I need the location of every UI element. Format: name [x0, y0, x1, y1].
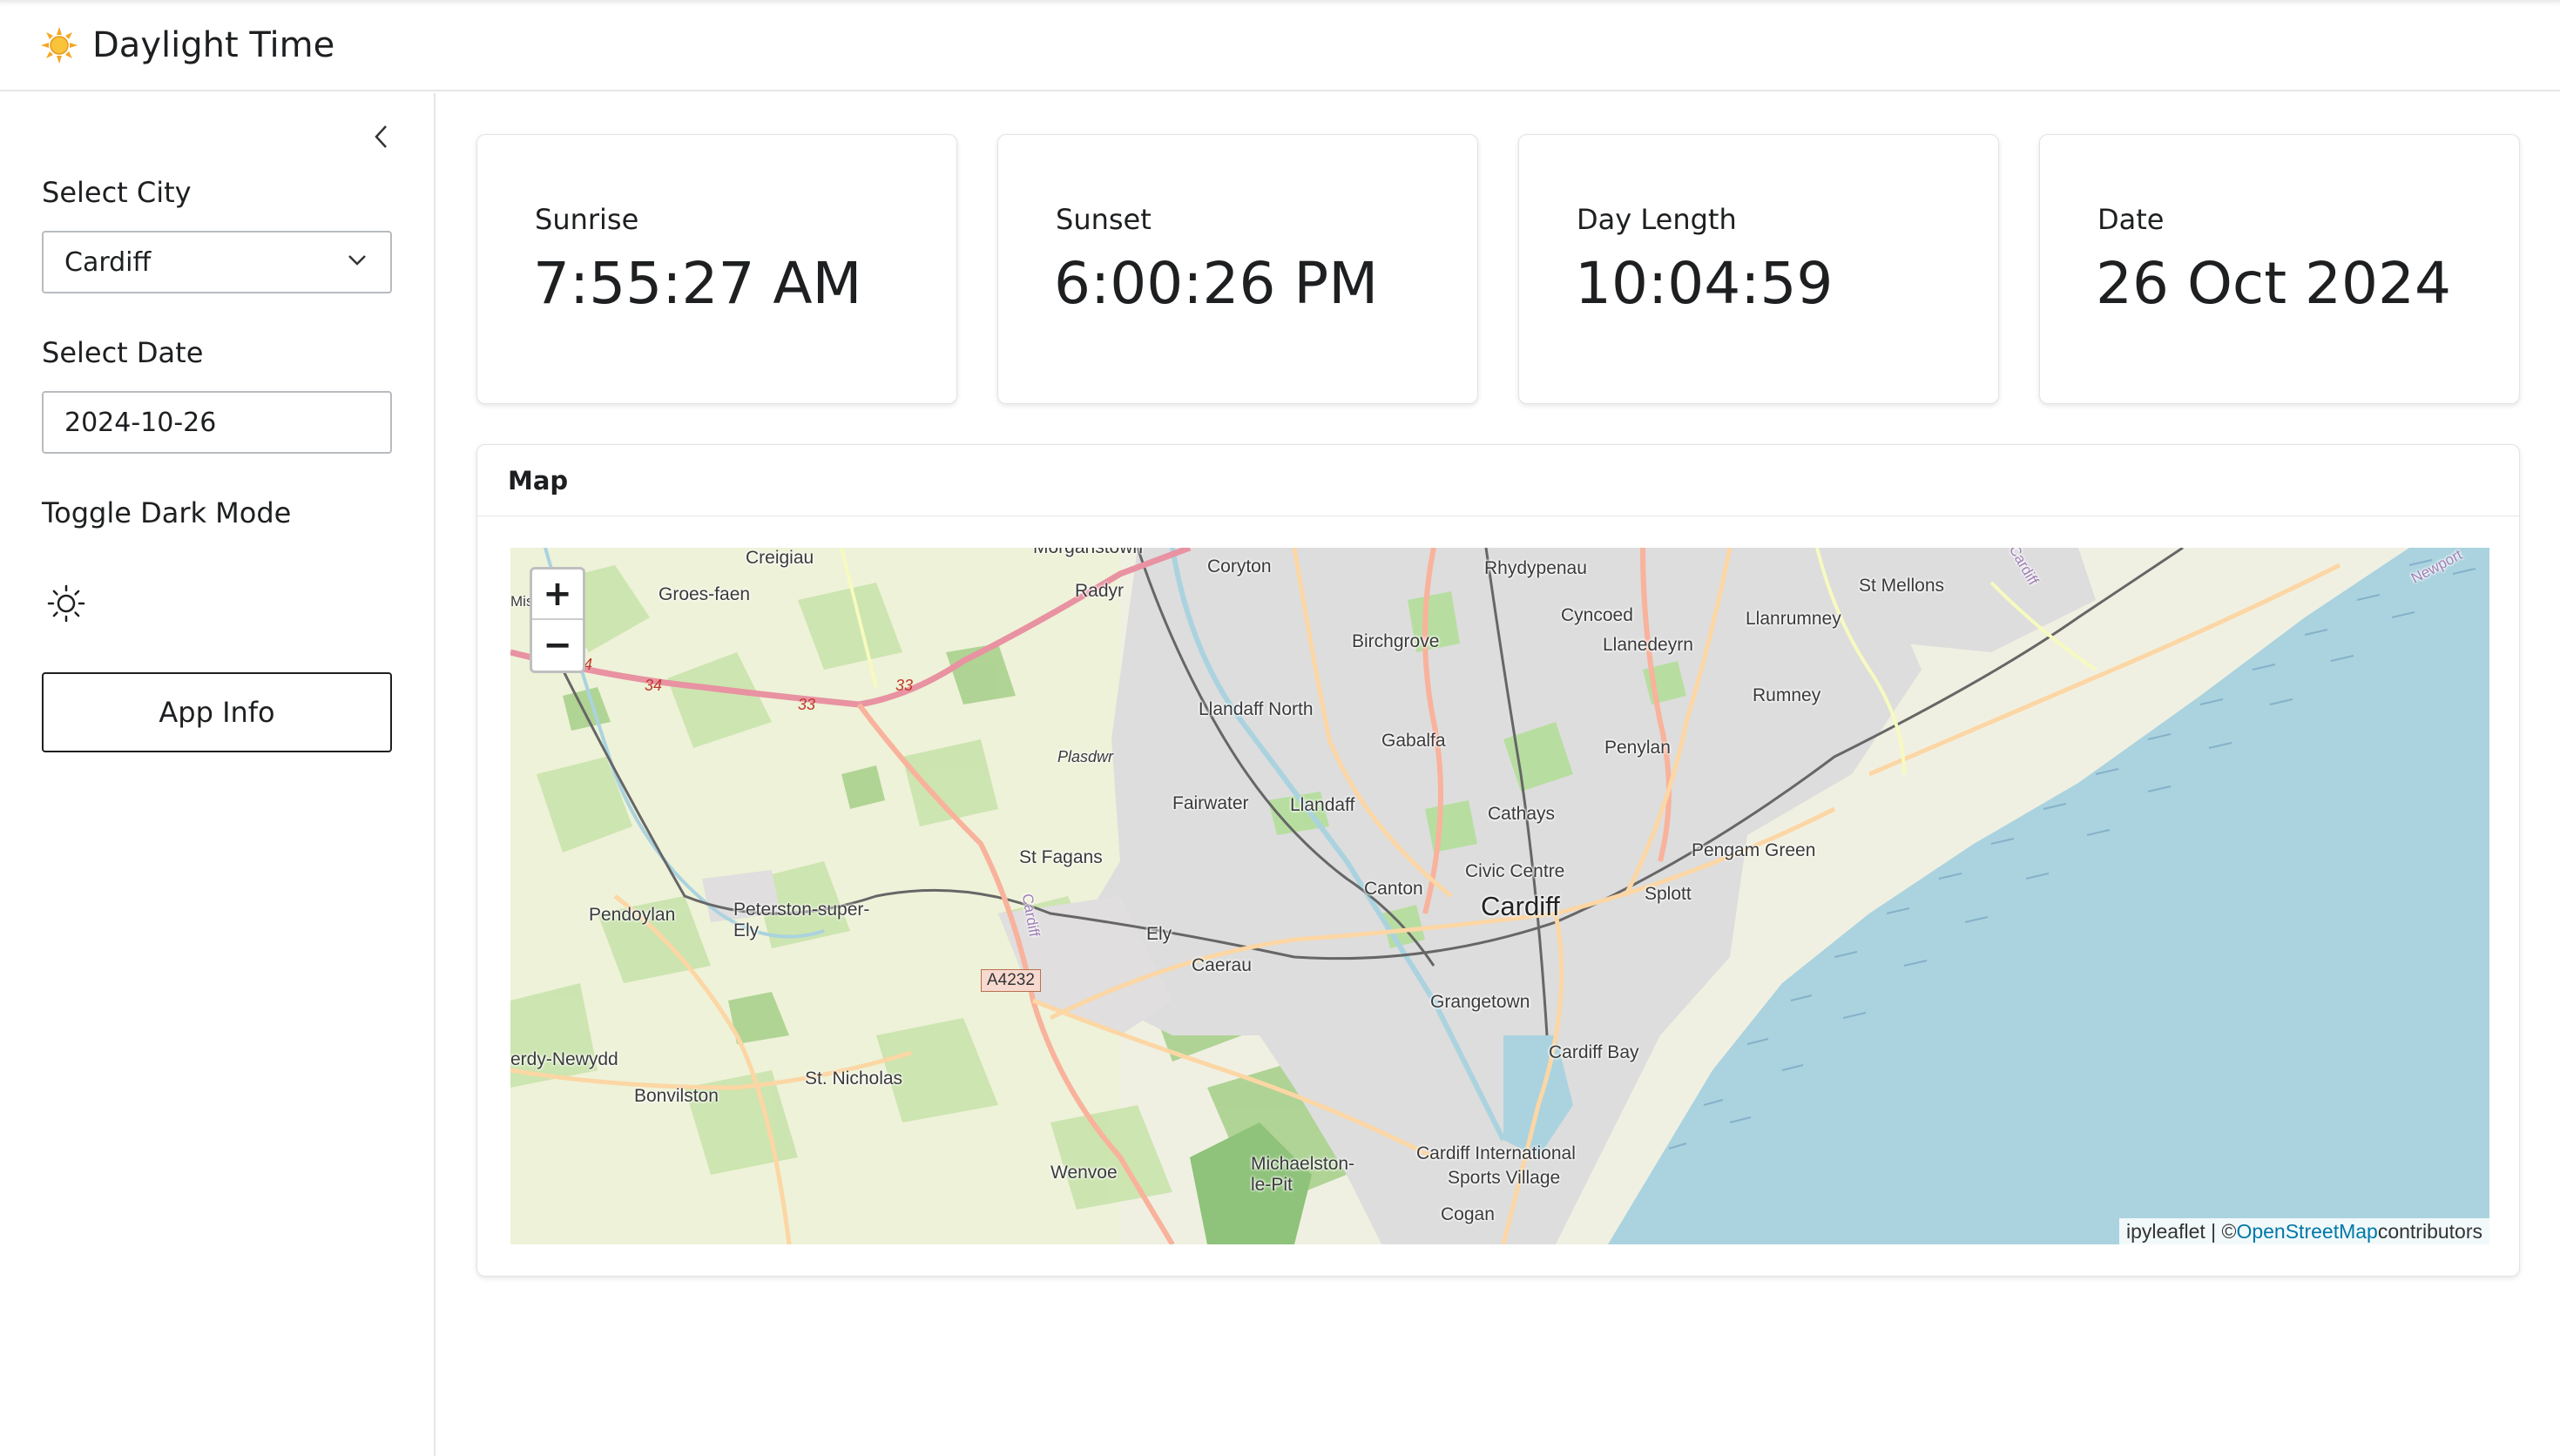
city-select[interactable]: Cardiff	[42, 231, 392, 293]
zoom-in-button[interactable]: +	[532, 570, 583, 620]
map-label-coryton: Coryton	[1207, 556, 1272, 576]
app-info-button[interactable]: App Info	[42, 672, 392, 752]
date-card: Date 26 Oct 2024	[2039, 134, 2520, 404]
map-label-canton: Canton	[1364, 879, 1423, 899]
chevron-down-icon	[348, 255, 366, 266]
map-label-birchgrove: Birchgrove	[1352, 631, 1440, 651]
date-value: 26 Oct 2024	[2096, 250, 2452, 317]
map-label-st-fagans: St Fagans	[1019, 847, 1103, 867]
map-label-llandaff: Llandaff	[1290, 795, 1355, 815]
city-select-value: Cardiff	[64, 246, 152, 278]
zoom-out-button[interactable]: −	[532, 620, 583, 671]
attribution-prefix: ipyleaflet | ©	[2125, 1219, 2237, 1243]
map-label-pendoylan: Pendoylan	[589, 905, 676, 925]
date-input[interactable]: 2024-10-26	[42, 391, 392, 454]
day-length-value: 10:04:59	[1575, 250, 1834, 317]
map-label-cathays: Cathays	[1488, 804, 1556, 824]
openstreetmap-link[interactable]: OpenStreetMap	[2236, 1220, 2377, 1244]
sun-logo-icon	[41, 26, 78, 64]
map-label-michaelston: Michaelston-le-Pit	[1251, 1154, 1355, 1195]
road-number-33a: 33	[798, 696, 816, 713]
sunset-value: 6:00:26 PM	[1054, 250, 1379, 317]
day-length-title: Day Length	[1577, 203, 1737, 236]
sunset-title: Sunset	[1056, 203, 1152, 236]
map-label-fairwater: Fairwater	[1172, 793, 1249, 813]
sidebar-collapse-button[interactable]	[366, 118, 397, 156]
map-label-llanedeyrn: Llanedeyrn	[1603, 635, 1693, 655]
chevron-left-icon	[375, 125, 387, 148]
map-label-llanrumney: Llanrumney	[1746, 609, 1841, 629]
map-label-cardiff: Cardiff	[1481, 891, 1560, 921]
sunrise-card: Sunrise 7:55:27 AM	[476, 134, 957, 404]
map-label-rhydypenau: Rhydypenau	[1484, 558, 1587, 578]
map-label-morganstown: Morganstown	[1033, 548, 1143, 558]
map-label-wenvoe: Wenvoe	[1050, 1163, 1118, 1183]
map-label-groes-faen: Groes-faen	[659, 584, 751, 604]
map-attribution: ipyleaflet | © OpenStreetMap contributor…	[2118, 1218, 2489, 1244]
map-card: Map Creigiau Groes-faen Radyr Coryton Rh…	[476, 444, 2520, 1277]
map-label-st-nicholas: St. Nicholas	[805, 1068, 903, 1089]
map-label-peterston: Peterston-super- Ely	[733, 900, 870, 940]
map-label-st-mellons: St Mellons	[1859, 576, 1945, 596]
sun-outline-icon	[47, 584, 85, 623]
map-label-grangetown: Grangetown	[1430, 992, 1530, 1012]
map-label-plasdwr: Plasdwr	[1057, 748, 1114, 765]
road-number-33b: 33	[895, 677, 914, 694]
day-length-card: Day Length 10:04:59	[1518, 134, 1999, 404]
sunrise-value: 7:55:27 AM	[533, 250, 862, 317]
map-label-radyr: Radyr	[1075, 581, 1125, 601]
map-label-cyncoed: Cyncoed	[1561, 605, 1633, 625]
sunset-card: Sunset 6:00:26 PM	[997, 134, 1478, 404]
map-label-ely: Ely	[1146, 924, 1172, 944]
map-label-penylan: Penylan	[1604, 738, 1671, 758]
map-label-cardiff-bay: Cardiff Bay	[1549, 1042, 1639, 1062]
map-view[interactable]: Creigiau Groes-faen Morganstown Radyr Co…	[510, 548, 2489, 1244]
sidebar: Select City Cardiff Select Date 2024-10-…	[0, 93, 436, 1456]
map-label-pengam-green: Pengam Green	[1692, 840, 1816, 860]
map-label-creigiau: Creigiau	[746, 548, 814, 568]
map-header: Map	[477, 445, 2519, 516]
sunrise-title: Sunrise	[535, 203, 639, 236]
road-badge-a4232: A4232	[981, 969, 1041, 992]
date-title: Date	[2097, 203, 2165, 236]
city-label: Select City	[42, 176, 192, 209]
map-label-splott: Splott	[1645, 884, 1692, 904]
map-label-civic-centre: Civic Centre	[1465, 861, 1565, 881]
map-label-caerau: Caerau	[1192, 955, 1252, 975]
road-number-34: 34	[645, 677, 663, 694]
attribution-suffix: contributors	[2377, 1219, 2482, 1243]
map-label-rumney: Rumney	[1753, 685, 1821, 705]
map-label-llandaff-north: Llandaff North	[1199, 699, 1314, 719]
app-header: Daylight Time	[0, 0, 2560, 91]
map-label-cardiff-international: Cardiff International	[1416, 1143, 1576, 1163]
map-label-cerdy-newydd: erdy-Newydd	[510, 1049, 618, 1069]
map-label-gabalfa: Gabalfa	[1381, 731, 1446, 751]
dark-mode-label: Toggle Dark Mode	[42, 496, 292, 529]
date-label: Select Date	[42, 336, 204, 369]
map-label-cogan: Cogan	[1441, 1204, 1495, 1224]
map-label-bonvilston: Bonvilston	[634, 1086, 719, 1106]
dark-mode-toggle[interactable]	[44, 581, 89, 626]
map-label-sports-village: Sports Village	[1448, 1168, 1561, 1188]
map-zoom-control: + −	[530, 567, 585, 673]
date-input-value: 2024-10-26	[64, 407, 217, 438]
app-title: Daylight Time	[92, 24, 335, 65]
